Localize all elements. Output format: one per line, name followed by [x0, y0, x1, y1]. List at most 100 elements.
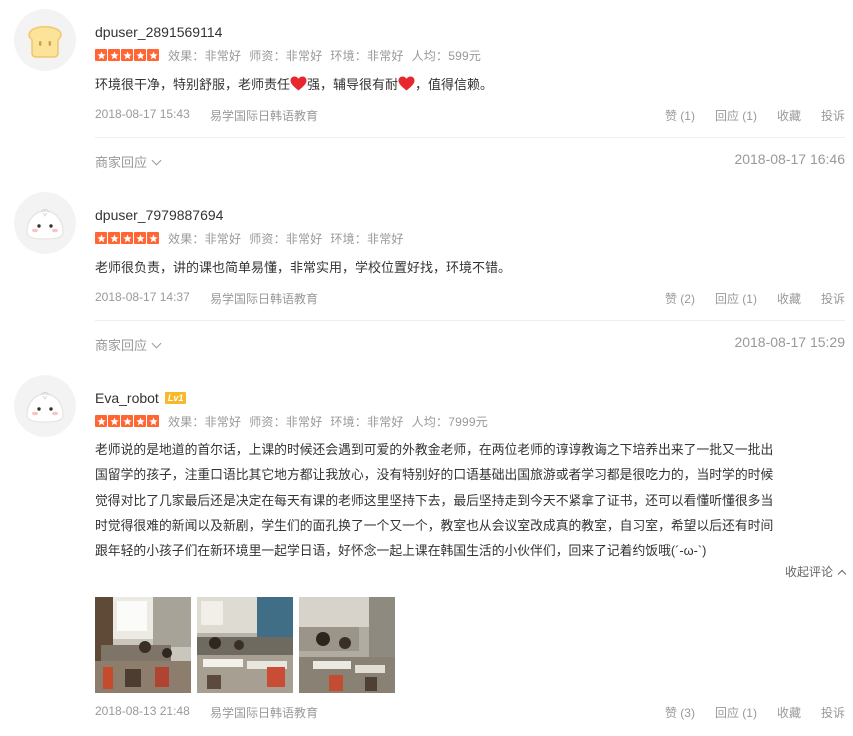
review-item: dpuser_2891569114 效果：非常好 师资：非常好 环境：非常好 人…	[0, 0, 853, 180]
reply-button[interactable]: 回应 (1)	[715, 290, 757, 307]
review-photo[interactable]	[95, 597, 191, 693]
report-button[interactable]: 投诉	[821, 107, 845, 124]
review-meta: 2018-08-17 15:43 易学国际日韩语教育 赞 (1) 回应 (1) …	[95, 107, 845, 123]
favorite-button[interactable]: 收藏	[777, 107, 801, 124]
star-rating	[95, 415, 159, 427]
review-photo[interactable]	[197, 597, 293, 693]
score-environment: 环境：非常好	[330, 414, 404, 429]
user-avatar[interactable]	[14, 375, 76, 437]
report-button[interactable]: 投诉	[821, 290, 845, 307]
username[interactable]: dpuser_2891569114	[95, 23, 222, 41]
shop-name: 易学国际日韩语教育	[210, 706, 319, 720]
heart-icon	[398, 76, 415, 91]
star-icon	[121, 415, 133, 427]
star-rating	[95, 49, 159, 61]
reply-button[interactable]: 回应 (1)	[715, 107, 757, 124]
favorite-button[interactable]: 收藏	[777, 704, 801, 721]
star-icon	[108, 415, 120, 427]
like-button[interactable]: 赞 (1)	[665, 107, 695, 124]
review-content: 老师很负责，讲的课也简单易懂，非常实用，学校位置好找，环境不错。	[95, 260, 512, 275]
chevron-down-icon	[151, 155, 162, 166]
collapse-label: 收起评论	[784, 565, 833, 579]
score-effect: 效果：非常好	[168, 231, 242, 246]
score-teachers: 师资：非常好	[249, 231, 323, 246]
score-environment: 环境：非常好	[330, 48, 404, 63]
review-actions: 赞 (1) 回应 (1) 收藏 投诉	[645, 107, 845, 124]
content-text: 环境很干净，特别舒服，老师责任	[95, 77, 291, 92]
star-icon	[95, 232, 107, 244]
review-content: 环境很干净，特别舒服，老师责任 强，辅导很有耐 ，值得信赖。	[95, 72, 493, 97]
rating-row: 效果：非常好 师资：非常好 环境：非常好 人均：7999元	[95, 414, 496, 429]
username[interactable]: dpuser_7979887694	[95, 206, 223, 224]
review-photo[interactable]	[299, 597, 395, 693]
review-date: 2018-08-17 15:43	[95, 107, 190, 121]
score-effect: 效果：非常好	[168, 414, 242, 429]
score-price: 人均：7999元	[411, 414, 488, 429]
review-photos	[95, 597, 395, 693]
divider	[95, 320, 845, 321]
merchant-reply-date: 2018-08-17 15:29	[734, 334, 845, 350]
merchant-reply-toggle[interactable]: 商家回应	[95, 335, 162, 354]
star-icon	[147, 415, 159, 427]
chevron-down-icon	[151, 338, 162, 349]
user-avatar[interactable]	[14, 9, 76, 71]
shop-name: 易学国际日韩语教育	[210, 109, 319, 123]
star-icon	[121, 49, 133, 61]
star-icon	[147, 49, 159, 61]
review-actions: 赞 (2) 回应 (1) 收藏 投诉	[645, 290, 845, 307]
bun-avatar-icon	[14, 192, 76, 254]
score-teachers: 师资：非常好	[249, 414, 323, 429]
review-meta: 2018-08-13 21:48 易学国际日韩语教育 赞 (3) 回应 (1) …	[95, 704, 845, 720]
star-icon	[108, 232, 120, 244]
merchant-reply-label: 商家回应	[95, 338, 148, 353]
content-line: 时觉得很难的新闻以及新剧，学生们的面孔换了一个又一个，教室也从会议室改成真的教室…	[95, 517, 774, 533]
merchant-reply-row: 商家回应 2018-08-17 16:46	[95, 151, 845, 171]
review-item: dpuser_7979887694 效果：非常好 师资：非常好 环境：非常好 老…	[0, 183, 853, 363]
score-effect: 效果：非常好	[168, 48, 242, 63]
heart-icon	[290, 76, 307, 91]
content-line: 老师说的是地道的首尔话，上课的时候还会遇到可爱的外教金老师，在两位老师的谆谆教诲…	[95, 442, 774, 457]
score-environment: 环境：非常好	[330, 231, 404, 246]
content-line: 跟年轻的小孩子们在新环境里一起学日语，好怀念一起上课在韩国生活的小伙伴们，回来了…	[95, 543, 707, 559]
shop-name: 易学国际日韩语教育	[210, 292, 319, 306]
user-avatar[interactable]	[14, 192, 76, 254]
star-icon	[134, 49, 146, 61]
collapse-review-button[interactable]: 收起评论	[784, 563, 847, 580]
username-row: Eva_robot Lv1	[95, 389, 187, 407]
star-icon	[147, 232, 159, 244]
review-actions: 赞 (3) 回应 (1) 收藏 投诉	[645, 704, 845, 721]
reply-button[interactable]: 回应 (1)	[715, 704, 757, 721]
star-icon	[121, 232, 133, 244]
level-badge: Lv1	[164, 392, 187, 404]
rating-row: 效果：非常好 师资：非常好 环境：非常好 人均：599元	[95, 48, 489, 63]
score-teachers: 师资：非常好	[249, 48, 323, 63]
content-line: 觉得对比了几家最后还是决定在每天有课的老师这里坚持下去，最后坚持走到今天不紧拿了…	[95, 492, 774, 508]
merchant-reply-date: 2018-08-17 16:46	[734, 151, 845, 167]
content-text: 强，辅导很有耐	[307, 77, 399, 92]
star-icon	[134, 232, 146, 244]
star-icon	[134, 415, 146, 427]
chevron-up-icon	[837, 569, 847, 579]
star-icon	[108, 49, 120, 61]
merchant-reply-toggle[interactable]: 商家回应	[95, 152, 162, 171]
merchant-reply-row: 商家回应 2018-08-17 15:29	[95, 334, 845, 354]
rating-row: 效果：非常好 师资：非常好 环境：非常好	[95, 231, 412, 246]
merchant-reply-label: 商家回应	[95, 155, 148, 170]
score-price: 人均：599元	[411, 48, 482, 63]
star-icon	[95, 49, 107, 61]
username[interactable]: Eva_robot	[95, 390, 159, 406]
report-button[interactable]: 投诉	[821, 704, 845, 721]
like-button[interactable]: 赞 (3)	[665, 704, 695, 721]
review-date: 2018-08-13 21:48	[95, 704, 190, 718]
review-item: Eva_robot Lv1 效果：非常好 师资：非常好 环境：非常好 人均：799…	[0, 366, 853, 736]
star-icon	[95, 415, 107, 427]
review-content: 老师说的是地道的首尔话，上课的时候还会遇到可爱的外教金老师，在两位老师的谆谆教诲…	[95, 437, 845, 563]
like-button[interactable]: 赞 (2)	[665, 290, 695, 307]
favorite-button[interactable]: 收藏	[777, 290, 801, 307]
star-rating	[95, 232, 159, 244]
divider	[95, 137, 845, 138]
bun-avatar-icon	[14, 375, 76, 437]
content-line: 国留学的孩子，注重口语比其它地方都让我放心，没有特别好的口语基础出国旅游或者学习…	[95, 467, 774, 483]
content-text: ，值得信赖。	[415, 77, 494, 92]
toast-avatar-icon	[14, 9, 76, 71]
